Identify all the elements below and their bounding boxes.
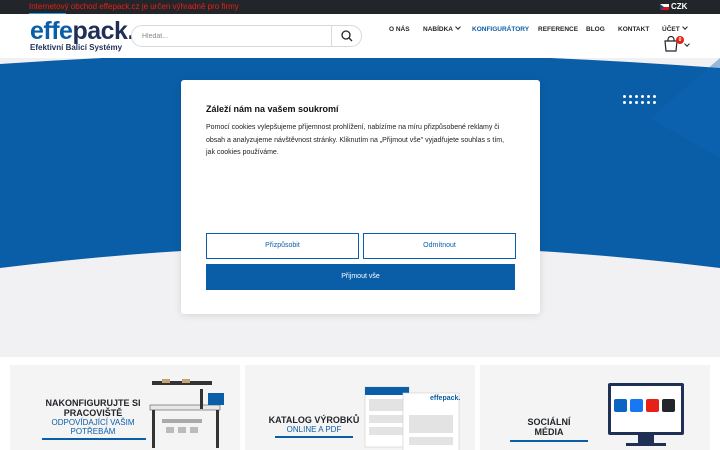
nav-blog[interactable]: BLOG — [586, 26, 605, 38]
catalog-logo: effepack. — [430, 395, 461, 402]
banner-title: KATALOG VÝROBKŮ — [268, 415, 360, 425]
nav-reference[interactable]: REFERENCE — [538, 26, 578, 38]
cart-count-badge: 0 — [676, 36, 684, 44]
cookie-consent-dialog: Záleží nám na vašem soukromí Pomocí cook… — [181, 80, 540, 314]
search-button[interactable] — [336, 28, 358, 44]
promo-banners: NAKONFIGURUJTE SI PRACOVIŠTĚ ODPOVÍDAJÍCÍ… — [0, 357, 720, 450]
reject-button[interactable]: Odmítnout — [363, 233, 516, 259]
workbench-illustration — [149, 379, 224, 448]
site-header: effepack. Efektivní Balicí Systémy O NÁS… — [0, 14, 720, 58]
top-bar: Internetový obchod effepack.cz je určen … — [0, 0, 720, 15]
linkedin-icon[interactable] — [614, 399, 627, 412]
chevron-down-icon — [681, 24, 688, 30]
banner-title: SOCIÁLNÍ MÉDIA — [527, 417, 571, 437]
banner-underline — [275, 436, 353, 438]
chevron-down-icon[interactable] — [684, 41, 690, 47]
czech-flag-icon[interactable] — [660, 4, 669, 10]
banner-subtitle: ONLINE A PDF — [286, 425, 342, 434]
banner-underline — [510, 440, 588, 442]
accept-all-button[interactable]: Přijmout vše — [206, 264, 515, 290]
banner-underline — [42, 438, 146, 440]
nav-konfiguratory[interactable]: KONFIGURÁTORY — [472, 26, 529, 38]
b2b-notice: Internetový obchod effepack.cz je určen … — [29, 2, 239, 11]
nav-nabidka[interactable]: NABÍDKA — [423, 24, 461, 38]
chevron-down-icon — [455, 24, 461, 30]
instagram-icon[interactable] — [662, 399, 675, 412]
search-input[interactable] — [142, 29, 322, 43]
logo-wordmark: effepack. — [30, 17, 134, 45]
catalog-banner[interactable]: KATALOG VÝROBKŮ ONLINE A PDF effepack. — [245, 365, 475, 450]
youtube-icon[interactable] — [646, 399, 659, 412]
cookie-title: Záleží nám na vašem soukromí — [206, 104, 339, 114]
logo-tagline: Efektivní Balicí Systémy — [30, 43, 123, 52]
magnifier-icon — [341, 30, 353, 42]
catalog-illustration — [364, 386, 460, 450]
configurator-banner[interactable]: NAKONFIGURUJTE SI PRACOVIŠTĚ ODPOVÍDAJÍCÍ… — [10, 365, 240, 450]
search-box — [131, 25, 362, 47]
cookie-description: Pomocí cookies vylepšujeme příjemnost pr… — [206, 124, 505, 156]
customize-button[interactable]: Přizpůsobit — [206, 233, 359, 259]
search-divider — [331, 26, 332, 46]
currency-switcher[interactable]: CZK — [671, 2, 687, 11]
monitor-illustration — [608, 383, 684, 446]
nav-o-nas[interactable]: O NÁS — [389, 26, 410, 38]
social-media-banner[interactable]: SOCIÁLNÍ MÉDIA — [480, 365, 710, 450]
facebook-icon[interactable] — [630, 399, 643, 412]
nav-kontakt[interactable]: KONTAKT — [618, 26, 649, 38]
site-logo[interactable]: effepack. Efektivní Balicí Systémy — [30, 17, 134, 53]
